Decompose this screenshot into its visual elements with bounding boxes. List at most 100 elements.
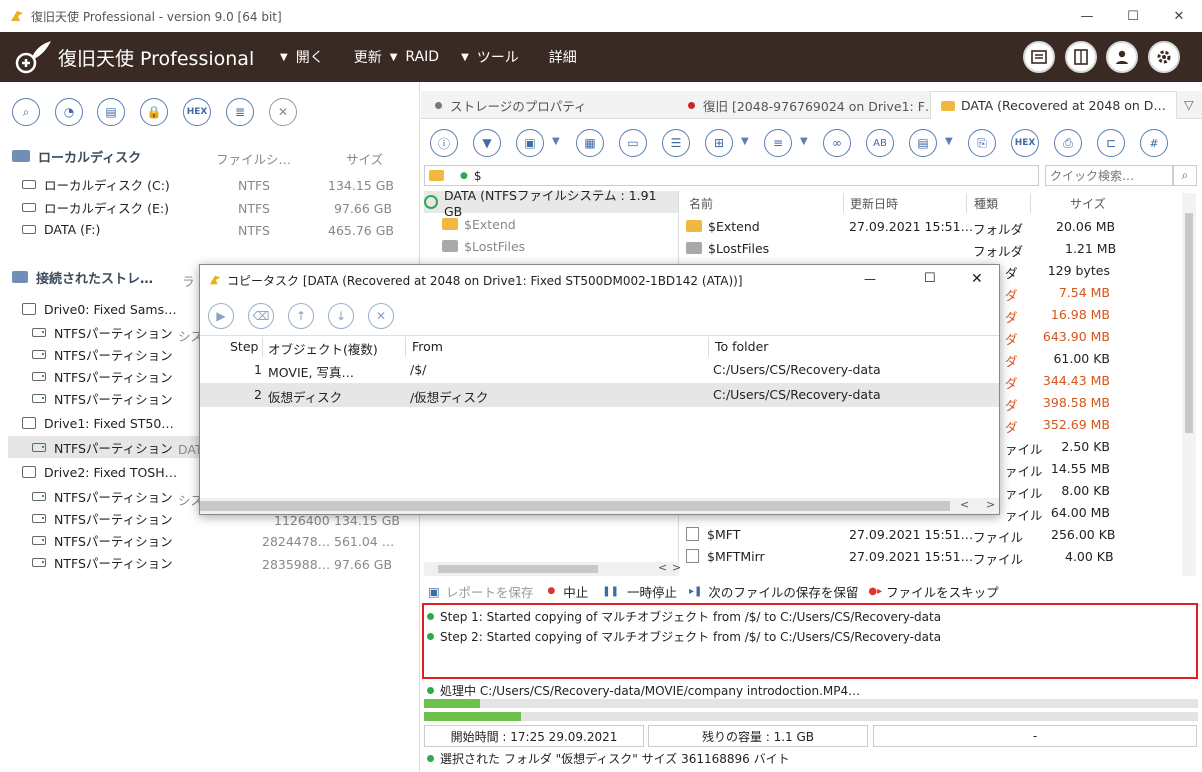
close-icon[interactable]: ✕: [269, 98, 297, 126]
dialog-move-up-icon[interactable]: ↑: [288, 303, 314, 329]
menu-details[interactable]: 詳細: [541, 47, 577, 67]
partition-item[interactable]: NTFSパーティション: [32, 529, 173, 551]
partition-item[interactable]: NTFSパーティション: [32, 387, 173, 409]
dialog-move-down-icon[interactable]: ↓: [328, 303, 354, 329]
tree-item[interactable]: $LostFiles: [442, 235, 525, 257]
checklist-icon[interactable]: ☰: [662, 129, 690, 157]
scroll-right-icon[interactable]: >: [986, 498, 995, 511]
dlg-col-objects[interactable]: オブジェクト(複数): [268, 339, 378, 358]
partition-size: 561.04 …: [334, 534, 395, 549]
view-icon[interactable]: ⊞: [705, 129, 733, 157]
layout-icon[interactable]: ▤: [909, 129, 937, 157]
col-size-files[interactable]: サイズ: [1070, 193, 1106, 213]
file-list-vscroll[interactable]: [1182, 193, 1196, 576]
scroll-left-icon[interactable]: <: [658, 561, 667, 574]
partition-item[interactable]: NTFSパーティション: [32, 485, 173, 507]
scan-icon[interactable]: ◔: [55, 98, 83, 126]
drive0[interactable]: Drive0: Fixed Sams…: [22, 298, 177, 320]
view-dropdown-icon[interactable]: ▼: [741, 136, 749, 147]
scroll-thumb[interactable]: [200, 501, 950, 511]
skip-file-button[interactable]: ファイルをスキップ: [886, 582, 999, 601]
minimize-button[interactable]: —: [1064, 0, 1110, 32]
dlg-col-step[interactable]: Step: [230, 339, 258, 354]
info-icon[interactable]: ⓘ: [430, 129, 458, 157]
hash-icon[interactable]: #: [1140, 129, 1168, 157]
tree-item[interactable]: $Extend: [442, 213, 516, 235]
save-dropdown-icon[interactable]: ▼: [552, 136, 560, 147]
dialog-minimize-button[interactable]: —: [864, 272, 876, 286]
dlg-col-to[interactable]: To folder: [715, 339, 768, 354]
file-row[interactable]: $LostFiles: [686, 237, 769, 259]
file-row[interactable]: $MFT: [686, 523, 740, 545]
col-date[interactable]: 更新日時: [850, 193, 898, 213]
menu-refresh[interactable]: 更新: [346, 47, 382, 67]
pause-button[interactable]: 一時停止: [627, 582, 677, 601]
filter-icon[interactable]: ▼: [473, 129, 501, 157]
dialog-maximize-button[interactable]: ☐: [924, 271, 936, 286]
save-all-icon[interactable]: ▦: [576, 129, 604, 157]
search-button-icon[interactable]: ⌕: [1173, 165, 1197, 186]
print-icon[interactable]: ⎙: [1054, 129, 1082, 157]
save-icon[interactable]: ▣: [516, 129, 544, 157]
partition-item[interactable]: NTFSパーティション: [32, 507, 173, 529]
col-name[interactable]: 名前: [689, 193, 713, 213]
dialog-table-row[interactable]: 1 MOVIE, 写真… /$/ C:/Users/CS/Recovery-da…: [200, 358, 999, 382]
quick-search-input[interactable]: [1045, 165, 1173, 186]
drive-props-icon[interactable]: ▤: [97, 98, 125, 126]
list-icon[interactable]: ≣: [226, 98, 254, 126]
export-icon[interactable]: ⎘: [968, 129, 996, 157]
tab-recovery[interactable]: 復旧 [2048-976769024 on Drive1: F…: [688, 92, 937, 118]
panel-toggle-icon[interactable]: [1065, 41, 1097, 73]
col-type[interactable]: 種類: [974, 193, 998, 213]
user-icon[interactable]: [1106, 41, 1138, 73]
dlg-col-from[interactable]: From: [412, 339, 443, 354]
dialog-close-button[interactable]: ✕: [971, 271, 983, 287]
binoculars-icon[interactable]: ∞: [823, 129, 851, 157]
tab-storage-props[interactable]: ストレージのプロパティ: [435, 92, 587, 118]
text-search-icon[interactable]: AB: [866, 129, 894, 157]
folder-tree-icon[interactable]: ⊏: [1097, 129, 1125, 157]
tab-data[interactable]: DATA (Recovered at 2048 on D…: [930, 91, 1177, 119]
log-icon[interactable]: [1023, 41, 1055, 73]
hex-view-icon[interactable]: HEX: [1011, 129, 1039, 157]
hdd-icon: [22, 303, 36, 315]
lock-icon[interactable]: 🔒: [140, 98, 168, 126]
preview-icon[interactable]: ▭: [619, 129, 647, 157]
settings-gear-icon[interactable]: [1148, 41, 1180, 73]
save-report-button[interactable]: レポートを保存: [446, 582, 534, 601]
partition-item[interactable]: NTFSパーティション: [32, 321, 173, 343]
layout-dropdown-icon[interactable]: ▼: [945, 136, 953, 147]
details-icon[interactable]: ≡: [764, 129, 792, 157]
hex-icon[interactable]: HEX: [183, 98, 211, 126]
dialog-hscroll[interactable]: < >: [200, 498, 999, 514]
menu-raid[interactable]: ▼ RAID: [390, 49, 439, 65]
stop-button[interactable]: 中止: [563, 582, 588, 601]
dialog-table-row[interactable]: 2 仮想ディスク /仮想ディスク C:/Users/CS/Recovery-da…: [200, 383, 999, 407]
partition-item[interactable]: NTFSパーティション: [32, 365, 173, 387]
hold-next-button[interactable]: 次のファイルの保存を保留: [708, 582, 858, 601]
status-extra: -: [873, 725, 1197, 747]
dialog-start-icon[interactable]: ▶: [208, 303, 234, 329]
drive2[interactable]: Drive2: Fixed TOSH…: [22, 461, 177, 483]
search-icon[interactable]: ⌕: [12, 98, 40, 126]
details-dropdown-icon[interactable]: ▼: [800, 136, 808, 147]
path-bar[interactable]: ● $: [424, 165, 1039, 186]
scroll-left-icon[interactable]: <: [960, 498, 969, 511]
maximize-button[interactable]: ☐: [1110, 0, 1156, 32]
scroll-thumb[interactable]: [438, 565, 598, 573]
file-row[interactable]: $Extend: [686, 215, 760, 237]
menu-open[interactable]: ▼ 開く: [280, 47, 324, 67]
dialog-cancel-icon[interactable]: ✕: [368, 303, 394, 329]
scroll-right-icon[interactable]: >: [672, 561, 681, 574]
close-button[interactable]: ✕: [1156, 0, 1202, 32]
menu-tools[interactable]: ▼ ツール: [461, 47, 519, 67]
partition-item[interactable]: NTFSパーティション: [32, 343, 173, 365]
partition-item[interactable]: NTFSパーティション: [32, 551, 173, 573]
file-row[interactable]: $MFTMirr: [686, 545, 765, 567]
scroll-thumb[interactable]: [1185, 213, 1193, 433]
tree-root[interactable]: DATA (NTFSファイルシステム : 1.91 GB: [424, 188, 678, 219]
dialog-remove-icon[interactable]: ⌫: [248, 303, 274, 329]
drive1[interactable]: Drive1: Fixed ST50…: [22, 412, 174, 434]
tree-hscroll[interactable]: < >: [424, 561, 681, 576]
tab-overflow-icon[interactable]: ▽: [1184, 97, 1194, 112]
